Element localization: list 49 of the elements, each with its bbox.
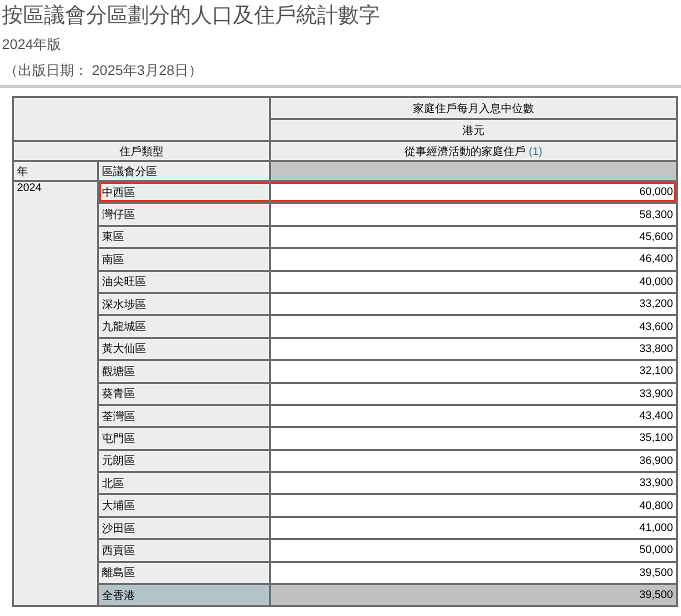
district-cell: 深水埗區: [98, 292, 270, 316]
value-cell: 58,300: [270, 203, 677, 226]
district-cell: 灣仔區: [98, 203, 270, 226]
district-cell: 荃灣區: [98, 404, 270, 428]
value-cell: 33,200: [270, 292, 677, 316]
district-cell: 西貢區: [98, 539, 270, 562]
value-cell: 41,000: [270, 516, 677, 540]
district-cell: 南區: [98, 248, 270, 271]
district-cell: 葵青區: [98, 382, 270, 405]
district-cell: 北區: [98, 472, 270, 494]
value-cell: 40,800: [270, 494, 677, 517]
unit-header: 港元: [270, 119, 677, 141]
value-cell: 60,000: [270, 181, 677, 204]
publish-date: （出版日期： 2025年3月28日）: [3, 61, 204, 80]
value-cell: 50,000: [270, 539, 677, 562]
measure-header: 家庭住戶每月入息中位數: [270, 97, 677, 119]
district-cell: 黃大仙區: [98, 338, 270, 360]
type-header: 住戶類型: [13, 141, 270, 161]
year-cell: 2024: [13, 181, 98, 606]
district-cell: 元朗區: [98, 450, 270, 472]
value-cell: 33,900: [270, 472, 677, 494]
value-cell: 33,800: [270, 338, 677, 360]
district-header: 區議會分區: [98, 161, 270, 181]
value-cell: 39,500: [270, 562, 677, 584]
value-cell: 36,900: [270, 450, 677, 472]
district-cell: 中西區: [98, 181, 270, 204]
district-cell: 東區: [98, 226, 270, 248]
district-cell: 九龍城區: [98, 315, 270, 338]
value-cell: 35,100: [270, 427, 677, 450]
footnote-link[interactable]: (1): [528, 146, 542, 158]
value-cell: 33,900: [270, 382, 677, 405]
value-cell: 32,100: [270, 360, 677, 383]
district-cell: 離島區: [98, 562, 270, 584]
value-cell: 40,000: [270, 270, 677, 293]
district-cell: 油尖旺區: [98, 270, 270, 293]
page-title: 按區議會分區劃分的人口及住戶統計數字: [2, 3, 381, 29]
edition-label: 2024年版: [2, 35, 62, 54]
household-type-header: 從事經濟活動的家庭住戶 (1): [270, 141, 677, 161]
year-header: 年: [13, 161, 98, 181]
value-cell: 43,600: [270, 315, 677, 338]
district-cell: 大埔區: [98, 494, 270, 517]
district-cell: 屯門區: [98, 427, 270, 450]
value-cell: 39,500: [270, 584, 677, 606]
value-cell: 46,400: [270, 248, 677, 271]
district-cell: 全香港: [98, 584, 270, 606]
district-cell: 觀塘區: [98, 360, 270, 383]
district-cell: 沙田區: [98, 516, 270, 540]
value-cell: 45,600: [270, 226, 677, 248]
value-cell: 43,400: [270, 404, 677, 428]
